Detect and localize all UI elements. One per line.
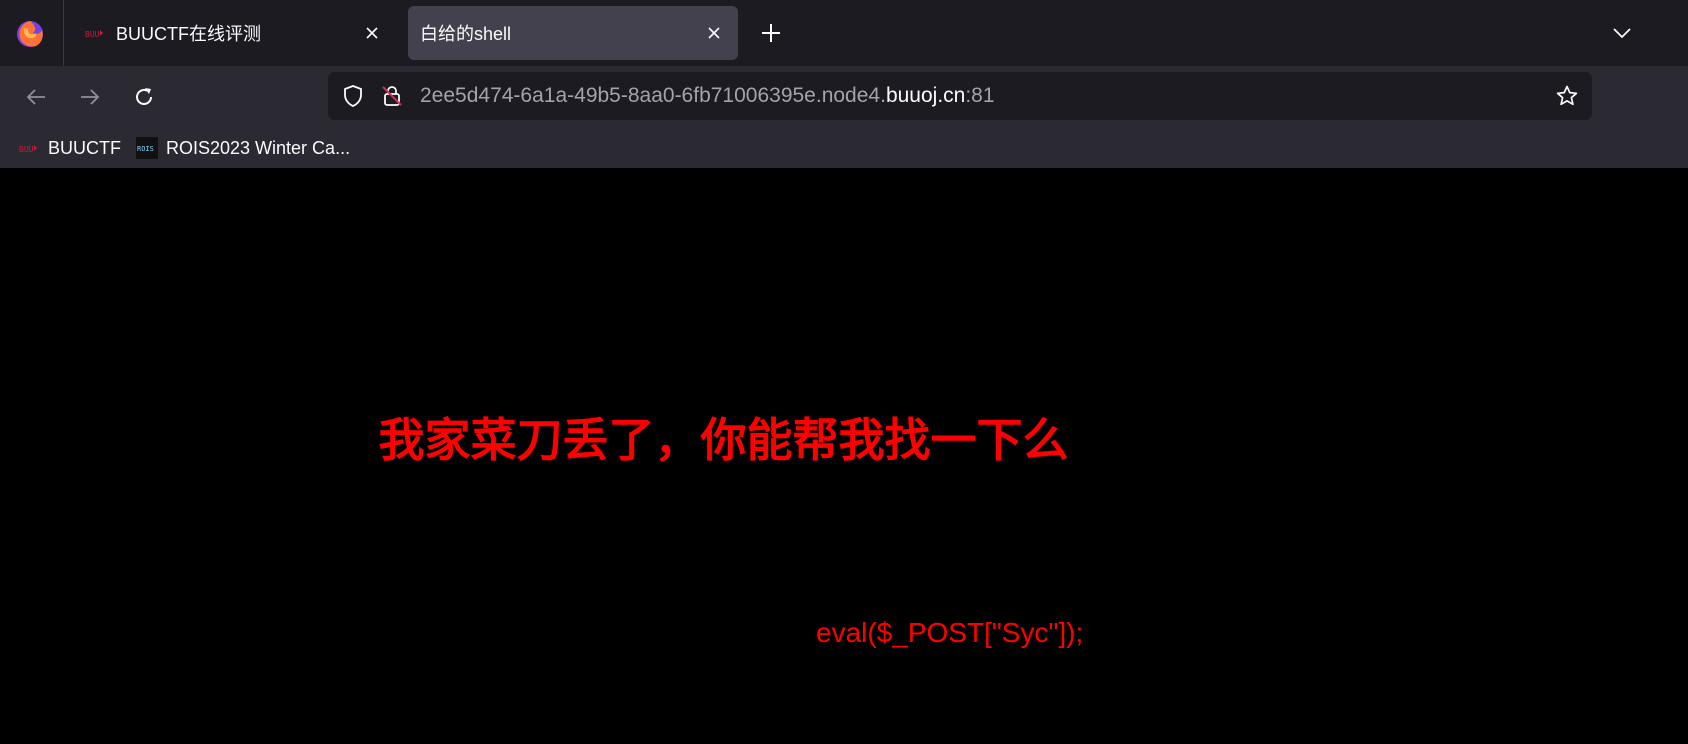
back-button[interactable] (18, 79, 54, 115)
buuctf-favicon-icon: BUU (19, 145, 37, 154)
page-content: 我家菜刀丢了，你能帮我找一下么 eval($_POST["Syc"]); (0, 168, 1688, 744)
tab-title: BUUCTF在线评测 (116, 24, 261, 44)
bookmark-rois[interactable]: ROIS ROIS2023 Winter Ca... (136, 134, 350, 162)
reload-icon (136, 88, 152, 105)
reload-button[interactable] (126, 79, 162, 115)
page-heading: 我家菜刀丢了，你能帮我找一下么 (0, 404, 1688, 470)
forward-button[interactable] (72, 79, 108, 115)
shield-icon (344, 85, 362, 107)
star-icon (1556, 85, 1578, 106)
url-prefix: 2ee5d474-6a1a-49b5-8aa0-6fb71006395e.nod… (420, 84, 886, 107)
navigation-toolbar: 2ee5d474-6a1a-49b5-8aa0-6fb71006395e.nod… (0, 66, 1688, 128)
svg-text:BUU: BUU (85, 30, 100, 39)
url-host: buuoj.cn (885, 84, 966, 107)
url-port: :81 (965, 84, 995, 107)
tab-title: 白给的shell (420, 24, 512, 44)
tab-shell[interactable]: 白给的shell (408, 6, 738, 60)
arrow-left-icon (26, 89, 45, 105)
bookmarks-toolbar: BUU BUUCTF ROIS ROIS2023 Winter Ca... (0, 128, 1688, 168)
svg-text:BUU: BUU (19, 145, 34, 154)
bookmark-label: BUUCTF (48, 137, 121, 158)
new-tab-button[interactable] (755, 17, 787, 49)
rois-favicon-icon: ROIS (136, 137, 158, 159)
tab-separator (63, 0, 64, 66)
firefox-logo-icon[interactable] (14, 18, 46, 50)
url-bar[interactable]: 2ee5d474-6a1a-49b5-8aa0-6fb71006395e.nod… (328, 72, 1592, 120)
tracking-protection-button[interactable] (340, 83, 366, 109)
chevron-down-icon (1613, 28, 1631, 39)
tab-strip: BUU BUUCTF在线评测 白给的shell (0, 0, 1688, 66)
tab-close-button[interactable] (358, 19, 386, 47)
tab-close-button[interactable] (700, 19, 728, 47)
lock-insecure-icon (382, 86, 402, 106)
plus-icon (762, 24, 780, 42)
tab-buuctf[interactable]: BUU BUUCTF在线评测 (70, 6, 396, 60)
close-icon (708, 27, 720, 39)
bookmark-buuctf[interactable]: BUU BUUCTF (18, 134, 121, 162)
arrow-right-icon (81, 89, 100, 105)
site-security-button[interactable] (379, 83, 405, 109)
page-heading-text: 我家菜刀丢了，你能帮我找一下么 (378, 414, 1069, 466)
svg-text:ROIS: ROIS (137, 145, 154, 153)
bookmark-label: ROIS2023 Winter Ca... (166, 137, 351, 158)
close-icon (366, 27, 378, 39)
code-snippet: eval($_POST["Syc"]); (816, 617, 1084, 648)
list-all-tabs-button[interactable] (1606, 17, 1638, 49)
buuctf-favicon-icon: BUU (85, 30, 103, 39)
bookmark-page-button[interactable] (1552, 81, 1582, 111)
url-text[interactable]: 2ee5d474-6a1a-49b5-8aa0-6fb71006395e.nod… (420, 84, 995, 108)
